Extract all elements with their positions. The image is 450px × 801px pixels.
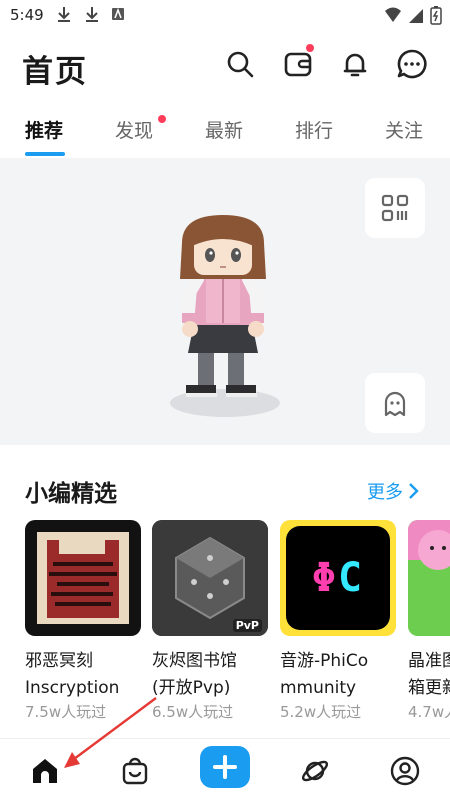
game-title-line2: 箱更新 [408,678,450,698]
avatar-edit-button[interactable] [365,373,425,433]
game-card[interactable]: ΦC 音游-PhiCo mmunity 5.2w人玩过 [280,520,396,722]
download-icon [86,7,98,22]
game-title-line2: mmunity [280,678,357,698]
section-title: 小编精选 [25,481,117,507]
download-icon [58,7,70,22]
nav-store[interactable] [115,751,155,791]
game-thumbnail: PvP [152,520,268,636]
game-thumbnail [25,520,141,636]
more-link[interactable]: 更多 [367,478,419,504]
ghost-icon [384,391,406,417]
play-count: 5.2w人玩过 [280,703,362,721]
game-thumbnail [408,520,450,636]
nav-profile[interactable] [385,751,425,791]
game-title-line1: 晶准图 [408,651,450,671]
game-title-line1: 邪恶冥刻 [25,651,93,671]
battery-icon [430,6,442,25]
top-header: 首页 [0,36,450,98]
play-count: 7.5w人玩过 [25,703,107,721]
search-icon [227,51,254,78]
messages-button[interactable] [396,48,428,80]
page-title: 首页 [22,54,88,90]
tab-active-indicator [25,152,65,156]
qr-scan-icon [381,194,409,222]
status-time: 5:49 [10,6,44,24]
game-card[interactable]: 晶准图 箱更新 4.7w人 [408,520,450,722]
nav-home[interactable] [25,751,65,791]
phicommunity-logo: ΦC [286,526,390,630]
status-bar: 5:49 [0,0,450,32]
shopping-bag-icon [122,757,148,785]
cat-game-cover [408,520,450,636]
character-avatar[interactable] [160,213,290,423]
game-title-line2: Inscryption [25,678,120,698]
game-title-line2: (开放Pvp) [152,678,231,698]
tab-latest[interactable]: 最新 [205,116,243,143]
play-count: 4.7w人 [408,703,450,721]
inscryption-cover [37,532,129,624]
home-icon [33,759,57,783]
bottom-navigation [0,738,450,801]
chat-icon [397,49,427,79]
tab-recommend[interactable]: 推荐 [25,116,63,143]
search-button[interactable] [224,48,256,80]
wifi-icon [385,7,401,22]
bell-icon [343,53,367,77]
game-card[interactable]: PvP 灰烬图书馆 (开放Pvp) 6.5w人玩过 [152,520,268,722]
game-card[interactable]: 邪恶冥刻 Inscryption 7.5w人玩过 [25,520,141,722]
tab-discover-dot [158,115,166,123]
wallet-button[interactable] [282,44,314,80]
pvp-badge: PvP [232,619,262,632]
app-notification-icon [112,7,124,20]
wallet-icon [284,52,312,77]
plus-icon [213,755,237,779]
planet-icon [301,760,329,782]
more-label: 更多 [367,482,403,503]
scan-button[interactable] [365,178,425,238]
chevron-right-icon [409,483,419,499]
notifications-button[interactable] [339,48,371,80]
avatar-showcase [0,158,450,445]
notification-dot [306,44,314,52]
category-tabs: 推荐 发现 最新 排行 关注 [0,108,450,158]
game-thumbnail: ΦC [280,520,396,636]
play-count: 6.5w人玩过 [152,703,234,721]
create-button[interactable] [200,746,250,788]
tab-discover[interactable]: 发现 [115,116,153,143]
tab-ranking[interactable]: 排行 [295,116,333,143]
game-title-line1: 灰烬图书馆 [152,651,237,671]
nav-explore[interactable] [295,751,335,791]
user-profile-icon [390,756,420,786]
tab-following[interactable]: 关注 [385,116,423,143]
game-title-line1: 音游-PhiCo [280,651,369,671]
signal-icon [409,9,423,23]
